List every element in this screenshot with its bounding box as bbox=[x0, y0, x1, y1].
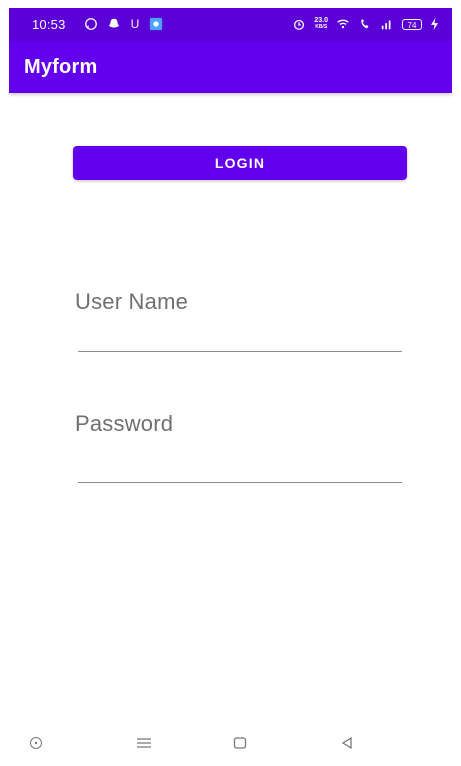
home-square-icon[interactable] bbox=[231, 734, 249, 752]
whatsapp-icon bbox=[84, 17, 98, 31]
battery-icon: 74 bbox=[402, 18, 422, 30]
status-right-icons: 23.0 KB/S 74 bbox=[292, 17, 439, 31]
username-underline bbox=[78, 351, 402, 352]
username-field[interactable]: User Name bbox=[75, 286, 405, 356]
network-speed: 23.0 KB/S bbox=[314, 17, 328, 31]
call-icon bbox=[358, 17, 372, 31]
u-icon: U bbox=[130, 17, 140, 31]
back-triangle-icon[interactable] bbox=[338, 734, 356, 752]
signal-icon bbox=[380, 17, 394, 31]
app-bar: Myform bbox=[9, 41, 452, 93]
password-label: Password bbox=[75, 411, 174, 436]
navigation-bar bbox=[9, 724, 452, 766]
password-field[interactable]: Password bbox=[75, 408, 405, 488]
app-frame: 10:53 U 23.0 KB/S 74 Myform LOGIN User N… bbox=[9, 8, 452, 766]
network-speed-value: 23.0 bbox=[314, 17, 328, 24]
alarm-icon bbox=[292, 17, 306, 31]
charging-icon bbox=[430, 17, 439, 31]
status-left-icons: U bbox=[84, 17, 163, 31]
login-button[interactable]: LOGIN bbox=[73, 146, 407, 180]
app-title: Myform bbox=[24, 56, 98, 78]
wifi-icon bbox=[336, 17, 350, 31]
password-underline bbox=[78, 482, 402, 483]
status-time: 10:53 bbox=[32, 17, 66, 32]
network-speed-unit: KB/S bbox=[315, 24, 328, 30]
menu-icon[interactable] bbox=[135, 734, 153, 752]
status-bar: 10:53 U 23.0 KB/S 74 bbox=[9, 8, 452, 41]
settings-circle-icon[interactable] bbox=[27, 734, 45, 752]
username-label: User Name bbox=[75, 289, 189, 314]
snapchat-icon bbox=[107, 17, 121, 31]
app-icon bbox=[149, 17, 163, 31]
